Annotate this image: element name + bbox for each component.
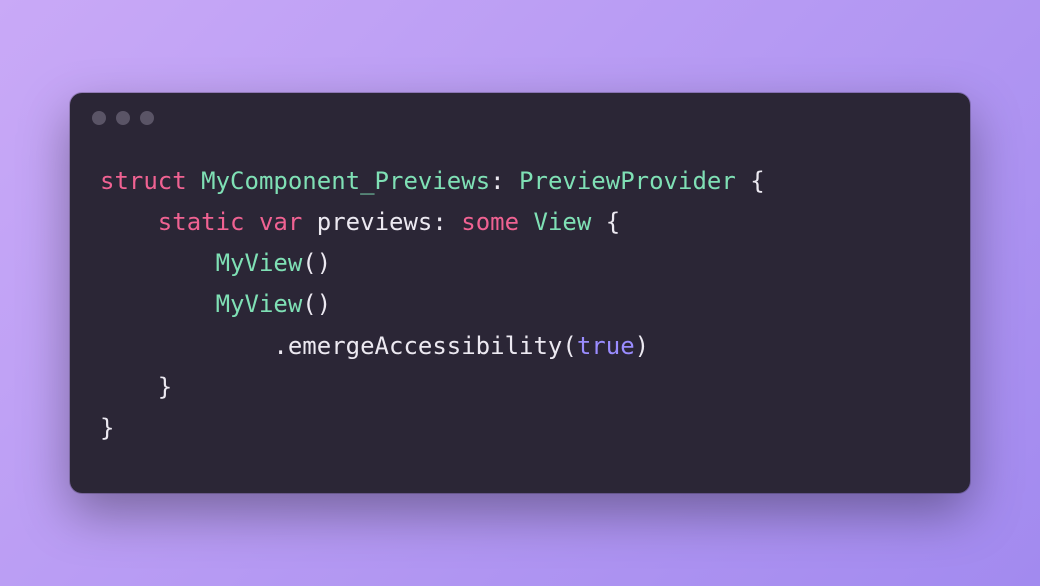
- paren-open: (: [562, 332, 576, 360]
- parens: (): [302, 290, 331, 318]
- traffic-light-close-icon[interactable]: [92, 111, 106, 125]
- parens: (): [302, 249, 331, 277]
- protocol-name: PreviewProvider: [519, 167, 736, 195]
- type-view: View: [534, 208, 592, 236]
- keyword-some: some: [461, 208, 519, 236]
- colon: :: [490, 167, 504, 195]
- brace-open: {: [606, 208, 620, 236]
- code-window: struct MyComponent_Previews: PreviewProv…: [70, 93, 970, 494]
- traffic-light-minimize-icon[interactable]: [116, 111, 130, 125]
- dot: .: [273, 332, 287, 360]
- indent: [100, 373, 158, 401]
- type-name: MyComponent_Previews: [201, 167, 490, 195]
- indent: [100, 249, 216, 277]
- keyword-struct: struct: [100, 167, 187, 195]
- type-myview: MyView: [216, 290, 303, 318]
- colon: :: [432, 208, 446, 236]
- identifier-previews: previews: [317, 208, 433, 236]
- indent: [100, 332, 273, 360]
- paren-close: ): [635, 332, 649, 360]
- bool-true: true: [577, 332, 635, 360]
- type-myview: MyView: [216, 249, 303, 277]
- method-name: emergeAccessibility: [288, 332, 563, 360]
- code-block: struct MyComponent_Previews: PreviewProv…: [70, 125, 970, 494]
- keyword-static: static: [158, 208, 245, 236]
- brace-close: }: [158, 373, 172, 401]
- indent: [100, 208, 158, 236]
- traffic-light-zoom-icon[interactable]: [140, 111, 154, 125]
- window-titlebar: [70, 93, 970, 125]
- brace-close: }: [100, 414, 114, 442]
- keyword-var: var: [259, 208, 302, 236]
- indent: [100, 290, 216, 318]
- brace-open: {: [750, 167, 764, 195]
